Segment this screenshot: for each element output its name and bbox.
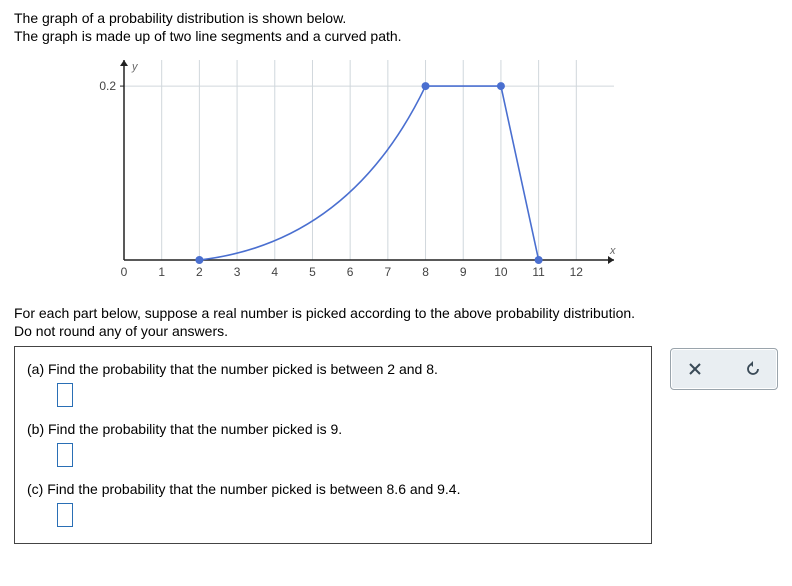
clear-button[interactable] xyxy=(685,359,705,379)
answer-input-a[interactable] xyxy=(57,383,73,407)
close-icon xyxy=(688,362,702,376)
reset-button[interactable] xyxy=(743,359,763,379)
tool-panel xyxy=(670,348,778,390)
svg-text:4: 4 xyxy=(271,265,278,279)
svg-text:3: 3 xyxy=(234,265,241,279)
instructions-block: For each part below, suppose a real numb… xyxy=(14,304,778,340)
instructions-line-1: For each part below, suppose a real numb… xyxy=(14,305,635,321)
intro-line-2: The graph is made up of two line segment… xyxy=(14,28,778,44)
part-b-text: (b) Find the probability that the number… xyxy=(27,421,639,437)
svg-text:5: 5 xyxy=(309,265,316,279)
svg-text:1: 1 xyxy=(158,265,165,279)
svg-text:2: 2 xyxy=(196,265,203,279)
chart-svg: 01234567891011120.2yx xyxy=(74,50,634,290)
svg-text:0: 0 xyxy=(121,265,128,279)
svg-text:y: y xyxy=(131,61,139,73)
svg-text:6: 6 xyxy=(347,265,354,279)
intro-line-1: The graph of a probability distribution … xyxy=(14,10,778,26)
reset-icon xyxy=(745,361,761,377)
instructions-line-2: Do not round any of your answers. xyxy=(14,323,228,339)
svg-text:8: 8 xyxy=(422,265,429,279)
question-box: (a) Find the probability that the number… xyxy=(14,346,652,544)
svg-text:9: 9 xyxy=(460,265,467,279)
part-c-text: (c) Find the probability that the number… xyxy=(27,481,639,497)
chart-container: 01234567891011120.2yx xyxy=(74,50,634,290)
part-a-text: (a) Find the probability that the number… xyxy=(27,361,639,377)
svg-text:0.2: 0.2 xyxy=(99,79,116,93)
svg-text:10: 10 xyxy=(494,265,508,279)
svg-text:x: x xyxy=(609,245,616,257)
answer-input-c[interactable] xyxy=(57,503,73,527)
svg-text:7: 7 xyxy=(385,265,392,279)
svg-text:11: 11 xyxy=(532,265,545,279)
svg-text:12: 12 xyxy=(570,265,584,279)
answer-input-b[interactable] xyxy=(57,443,73,467)
